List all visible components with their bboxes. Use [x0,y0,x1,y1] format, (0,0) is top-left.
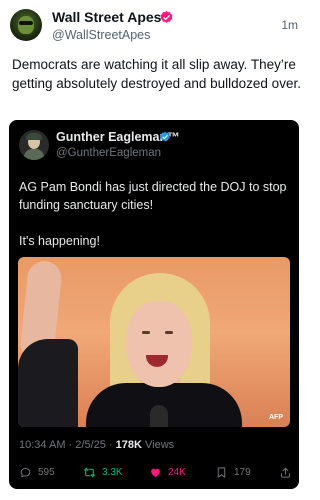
photo-microphone [150,405,168,427]
reply-icon [20,467,31,477]
quoted-avatar[interactable] [19,130,49,160]
bookmark-button[interactable]: 179 [215,464,251,480]
quoted-tweet-card[interactable]: Gunther Eagleman™ @GuntherEagleman AG Pa… [9,120,299,489]
photo-eye [142,331,150,334]
meta-separator: · [108,439,116,451]
tweet-text: Democrats are watching it all slip away.… [12,57,301,91]
quoted-paragraph: AG Pam Bondi has just directed the DOJ t… [19,180,287,212]
bookmark-icon [217,466,226,478]
quoted-paragraph: It's happening! [19,234,100,248]
quoted-avatar-body [24,149,44,160]
quoted-avatar-cap [26,133,42,140]
photo-eye [165,331,173,334]
quoted-photo[interactable]: AFP [18,257,290,427]
quoted-text: AG Pam Bondi has just directed the DOJ t… [19,178,291,268]
verified-badge-icon [160,10,173,23]
repost-button[interactable]: 3.3K [83,464,123,480]
like-icon [151,468,160,477]
views-count: 178K [115,439,142,451]
reply-button[interactable]: 595 [19,464,55,480]
share-icon [280,467,291,478]
reply-count: 595 [38,466,55,478]
action-bar: 595 3.3K 24K 179 [9,464,299,480]
quoted-meta: 10:34 AM · 2/5/25 · 178K Views [19,439,174,451]
bookmark-count: 179 [234,466,251,478]
author-handle[interactable]: @WallStreetApes [52,28,150,42]
post-time[interactable]: 1m [281,18,298,32]
photo-face [126,301,192,387]
repost-count: 3.3K [102,466,123,478]
avatar-face [18,16,34,34]
views-label: Views [145,439,175,451]
avatar[interactable] [10,9,42,41]
like-count: 24K [168,466,186,478]
like-button[interactable]: 24K [149,464,186,480]
repost-icon [84,467,95,477]
photo-credit: AFP [269,414,283,421]
quoted-time[interactable]: 10:34 AM [19,439,65,451]
photo-shoulder [18,339,78,427]
share-button[interactable] [279,464,298,480]
quoted-author-handle[interactable]: @GuntherEagleman [56,147,161,159]
author-name[interactable]: Wall Street Apes [52,9,161,25]
quoted-date[interactable]: 2/5/25 [75,439,106,451]
avatar-sunglasses [19,21,33,25]
verified-badge-icon [160,131,170,142]
